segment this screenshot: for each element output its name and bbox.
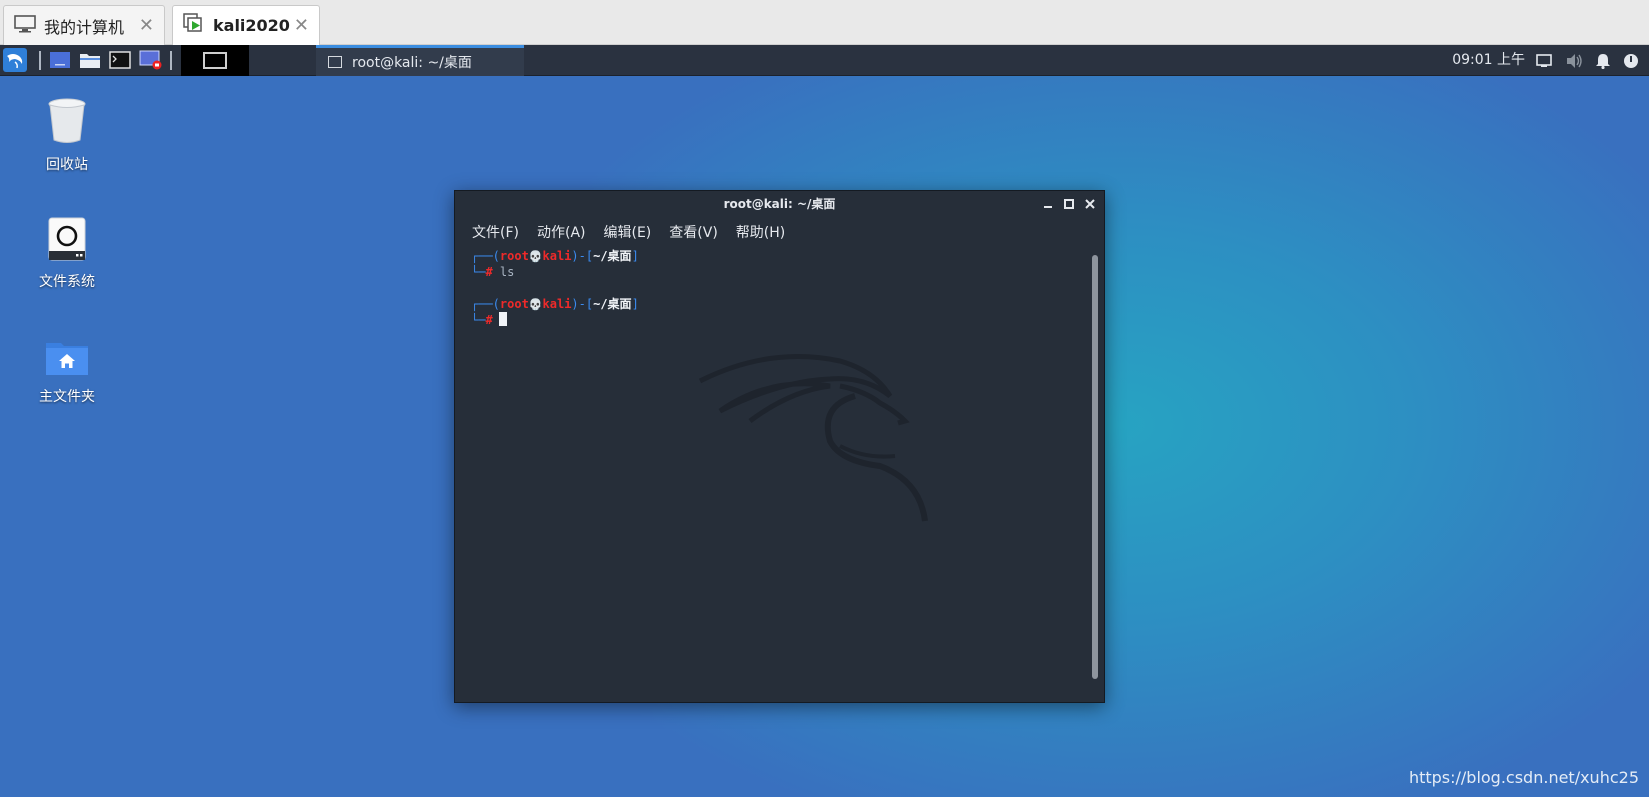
file-manager-icon[interactable] [78, 49, 102, 71]
terminal-output[interactable]: ┌──(root💀kali)-[~/桌面] └─# ls ┌──(root💀ka… [471, 248, 1081, 688]
close-icon[interactable] [1081, 195, 1099, 213]
csdn-watermark: https://blog.csdn.net/xuhc25 [1408, 768, 1639, 787]
panel-separator [39, 51, 41, 70]
prompt-line: ┌──(root💀kali)-[~/桌面] [471, 248, 1081, 264]
command-text: ls [499, 265, 515, 279]
workspace-switcher[interactable] [181, 45, 249, 76]
power-icon[interactable] [1622, 52, 1640, 70]
workspace-1[interactable] [203, 52, 227, 69]
vm-tab-label: kali2020 [213, 16, 290, 35]
menu-file[interactable]: 文件(F) [463, 219, 528, 243]
vm-tab-label: 我的计算机 [44, 17, 125, 37]
vm-tab-my-computer[interactable]: 我的计算机 ✕ [3, 5, 165, 45]
prompt-corner: └─ [471, 265, 486, 279]
prompt-bracket: ] [631, 249, 639, 263]
skull-icon: 💀 [528, 250, 543, 263]
desktop-icon-label: 回收站 [46, 157, 88, 173]
maximize-icon[interactable] [1060, 195, 1078, 213]
prompt-path: ~/桌面 [593, 249, 632, 263]
terminal-menubar: 文件(F) 动作(A) 编辑(E) 查看(V) 帮助(H) [463, 219, 794, 243]
taskbar-terminal-label: root@kali: ~/桌面 [352, 55, 472, 71]
monitor-icon [14, 14, 36, 37]
volume-muted-icon[interactable] [1565, 52, 1583, 70]
desktop-icon-label: 文件系统 [39, 274, 95, 290]
prompt-separator: )-[ [571, 249, 594, 263]
desktop-icon-label: 主文件夹 [39, 389, 95, 405]
command-line: └─# ls [471, 264, 1081, 280]
panel-separator [170, 51, 172, 70]
prompt-host: kali [542, 249, 572, 263]
prompt-hash: # [485, 265, 493, 279]
menu-actions[interactable]: 动作(A) [528, 219, 595, 243]
terminal-icon [328, 56, 342, 68]
taskbar-terminal[interactable]: root@kali: ~/桌面 [316, 45, 524, 76]
desktop-icon-trash[interactable]: 回收站 [17, 98, 117, 174]
close-icon[interactable]: ✕ [294, 15, 309, 36]
terminal-scrollbar[interactable] [1092, 255, 1098, 679]
prompt-user: root [499, 297, 529, 311]
prompt-path: ~/桌面 [593, 297, 632, 311]
vm-running-icon [183, 12, 205, 39]
prompt-hash: # [485, 313, 493, 327]
prompt-bracket: ] [631, 297, 639, 311]
screen-recorder-icon[interactable] [138, 49, 164, 71]
prompt-corner: └─ [471, 313, 486, 327]
desktop-icon-filesystem[interactable]: 文件系统 [17, 217, 117, 291]
vm-tab-bar: 我的计算机 ✕ kali2020 ✕ [0, 0, 1649, 45]
minimize-icon[interactable] [1039, 195, 1057, 213]
notifications-bell-icon[interactable] [1594, 52, 1612, 70]
home-folder-icon [45, 343, 89, 380]
prompt-corner: ┌──( [471, 297, 500, 311]
prompt-corner: ┌──( [471, 249, 500, 263]
display-icon[interactable] [1535, 52, 1553, 70]
menu-help[interactable]: 帮助(H) [727, 219, 794, 243]
terminal-cursor [498, 312, 507, 326]
vm-tab-kali2020[interactable]: kali2020 ✕ [172, 5, 320, 45]
skull-icon: 💀 [528, 298, 543, 311]
terminal-title[interactable]: root@kali: ~/桌面 [455, 191, 1104, 217]
menu-view[interactable]: 查看(V) [660, 219, 727, 243]
command-line: └─# [471, 312, 1081, 328]
prompt-separator: )-[ [571, 297, 594, 311]
trash-icon [47, 98, 87, 148]
panel-clock[interactable]: 09:01 上午 [1452, 45, 1525, 76]
prompt-line: ┌──(root💀kali)-[~/桌面] [471, 296, 1081, 312]
show-desktop-icon[interactable] [48, 49, 72, 71]
prompt-user: root [499, 249, 529, 263]
desktop-icon-home[interactable]: 主文件夹 [17, 340, 117, 406]
kali-menu-icon[interactable] [2, 48, 28, 72]
terminal-window[interactable]: root@kali: ~/桌面 文件(F) 动作(A) 编辑(E) 查看(V) … [454, 190, 1105, 703]
terminal-launcher-icon[interactable] [108, 49, 132, 71]
top-panel: root@kali: ~/桌面 09:01 上午 [0, 45, 1649, 76]
close-icon[interactable]: ✕ [139, 15, 154, 36]
prompt-host: kali [542, 297, 572, 311]
menu-edit[interactable]: 编辑(E) [595, 219, 661, 243]
kali-desktop: root@kali: ~/桌面 09:01 上午 回收站 文件系统 主文件夹 r… [0, 45, 1649, 797]
drive-icon [48, 217, 86, 265]
